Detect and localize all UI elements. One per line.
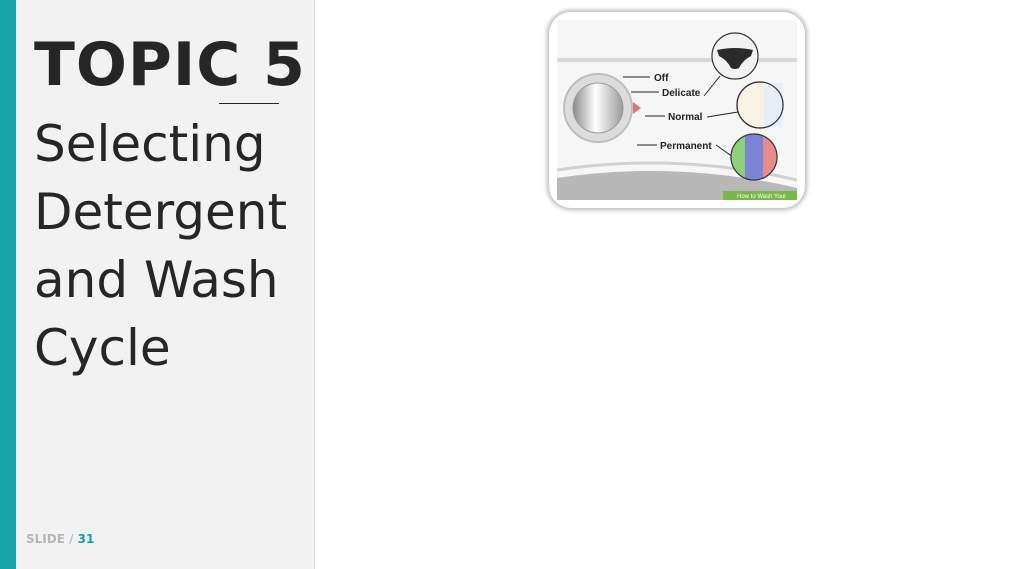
accent-bar [0, 0, 16, 569]
slide-number-separator: / [64, 532, 78, 546]
topic-heading: TOPIC 5 [34, 30, 306, 100]
light-fabric-swatch [764, 83, 783, 127]
off-label: Off [654, 73, 669, 84]
topic-underline [219, 103, 279, 104]
permanent-label: Permanent [660, 141, 712, 152]
normal-label: Normal [668, 112, 703, 123]
blue-swatch [745, 134, 763, 180]
washer-dial-drawing: Off Delicate Normal Permanent How to Was… [557, 20, 797, 200]
slide-title: Selecting Detergent and Wash Cycle [34, 115, 288, 377]
slide-number-label: SLIDE [26, 532, 65, 546]
title-panel: TOPIC 5 Selecting Detergent and Wash Cyc… [16, 0, 315, 569]
dial-knob [572, 82, 624, 134]
slide-number: SLIDE / 31 [26, 532, 94, 546]
panel-seam [557, 58, 797, 62]
washer-dial-illustration: Off Delicate Normal Permanent How to Was… [549, 12, 805, 208]
watermark-caption: How to Wash Your [737, 194, 786, 200]
slide-number-value: 31 [77, 532, 95, 546]
delicate-label: Delicate [662, 88, 701, 99]
